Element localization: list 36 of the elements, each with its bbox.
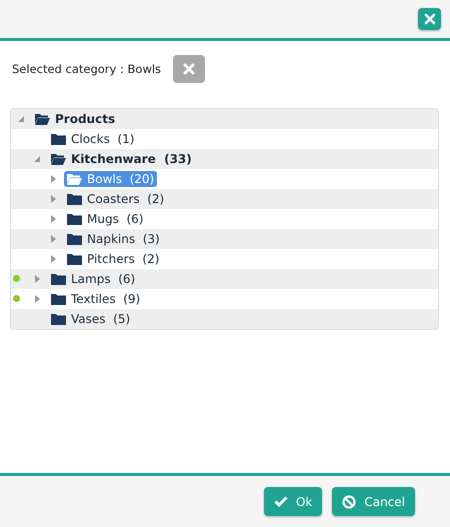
open-folder-icon [51, 153, 66, 165]
folder-icon [51, 293, 66, 305]
folder-icon [67, 213, 82, 225]
tree-item[interactable]: Vases (5) [48, 311, 134, 327]
expand-icon[interactable] [49, 195, 57, 203]
expand-icon[interactable] [49, 215, 57, 223]
prohibited-icon [342, 494, 356, 508]
expand-icon[interactable] [49, 175, 57, 183]
expand-icon[interactable] [33, 295, 41, 303]
expand-icon[interactable] [33, 275, 41, 283]
close-icon [183, 63, 196, 75]
tree-item[interactable]: Products [32, 111, 118, 127]
expand-icon[interactable] [49, 255, 57, 263]
tree-item[interactable]: Napkins (3) [64, 231, 163, 247]
tree-item[interactable]: Mugs (6) [64, 211, 146, 227]
collapse-icon[interactable] [17, 115, 25, 123]
tree-item[interactable]: Clocks (1) [48, 131, 138, 147]
folder-icon [67, 253, 82, 265]
tree-item[interactable]: Pitchers (2) [64, 251, 162, 267]
expand-icon[interactable] [49, 235, 57, 243]
checkmark-icon [274, 496, 288, 507]
tree-item[interactable]: Lamps (6) [48, 271, 138, 287]
collapse-icon[interactable] [33, 155, 41, 163]
folder-icon [51, 133, 66, 145]
tree-item[interactable]: Coasters (2) [64, 191, 168, 207]
folder-icon [51, 313, 66, 325]
open-folder-icon [67, 173, 82, 185]
folder-icon [67, 193, 82, 205]
folder-icon [67, 233, 82, 245]
tree-item[interactable]: Textiles (9) [48, 291, 144, 307]
selected-category-label: Selected category : Bowls [12, 62, 162, 76]
close-button[interactable] [418, 8, 441, 30]
close-icon [424, 13, 436, 25]
folder-icon [51, 273, 66, 285]
open-folder-icon [35, 113, 50, 125]
clear-button[interactable] [173, 55, 206, 83]
